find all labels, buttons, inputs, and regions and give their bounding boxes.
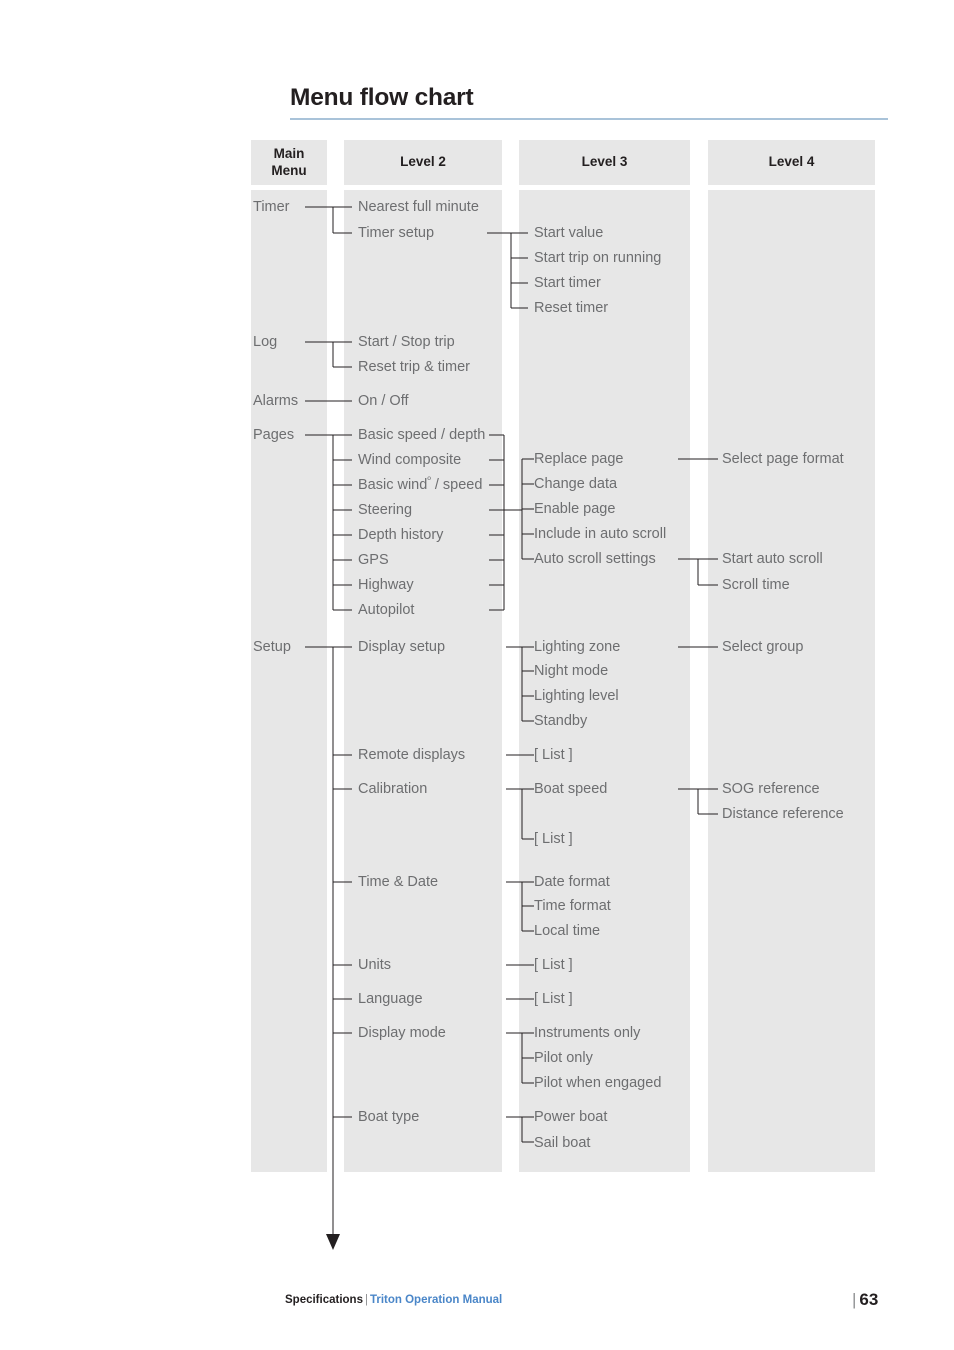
node-l3-instruments-only[interactable]: Instruments only — [534, 1026, 640, 1041]
node-l2-calibration[interactable]: Calibration — [358, 782, 427, 797]
node-l3-standby[interactable]: Standby — [534, 714, 587, 729]
node-l4-distance-reference[interactable]: Distance reference — [722, 807, 844, 822]
node-l2-gps[interactable]: GPS — [358, 553, 389, 568]
node-l2-wind-composite[interactable]: Wind composite — [358, 453, 461, 468]
node-l3-start-value[interactable]: Start value — [534, 226, 603, 241]
node-l2-steering[interactable]: Steering — [358, 503, 412, 518]
node-l3-night-mode[interactable]: Night mode — [534, 664, 608, 679]
node-l2-boat-type[interactable]: Boat type — [358, 1110, 419, 1125]
node-l3-calibration-list[interactable]: [ List ] — [534, 832, 573, 847]
node-l2-units[interactable]: Units — [358, 958, 391, 973]
node-l3-boat-speed[interactable]: Boat speed — [534, 782, 607, 797]
node-main-alarms[interactable]: Alarms — [253, 394, 298, 409]
footer-page-number: 63 — [859, 1290, 879, 1309]
node-l2-basic-wind-speed-tail: / speed — [430, 477, 483, 493]
node-l3-language-list[interactable]: [ List ] — [534, 992, 573, 1007]
node-l2-basic-wind-speed-base: Basic wind — [358, 477, 428, 493]
node-l3-reset-timer[interactable]: Reset timer — [534, 301, 608, 316]
node-main-log[interactable]: Log — [253, 335, 277, 350]
node-l3-lighting-level[interactable]: Lighting level — [534, 689, 619, 704]
page-footer: Specifications | Triton Operation Manual |… — [0, 1290, 954, 1318]
page-title: Menu flow chart — [290, 84, 474, 111]
node-l2-language[interactable]: Language — [358, 992, 423, 1007]
node-l3-enable-page[interactable]: Enable page — [534, 502, 615, 517]
node-l2-on-off[interactable]: On / Off — [358, 394, 409, 409]
node-l2-basic-speed-depth[interactable]: Basic speed / depth — [358, 428, 485, 443]
node-l2-highway[interactable]: Highway — [358, 578, 414, 593]
node-l3-start-timer[interactable]: Start timer — [534, 276, 601, 291]
node-l4-start-auto-scroll[interactable]: Start auto scroll — [722, 552, 823, 567]
node-l3-time-format[interactable]: Time format — [534, 899, 611, 914]
node-l4-select-group[interactable]: Select group — [722, 640, 803, 655]
node-l3-include-in-auto-scroll[interactable]: Include in auto scroll — [534, 527, 666, 542]
column-header-main-menu-line2: Menu — [271, 162, 307, 178]
node-l3-replace-page[interactable]: Replace page — [534, 452, 624, 467]
footer-section-label: Specifications — [285, 1294, 363, 1306]
column-header-main-menu-line1: Main — [273, 145, 305, 161]
title-underline-rule — [290, 118, 888, 120]
node-l2-reset-trip-timer[interactable]: Reset trip & timer — [358, 360, 470, 375]
node-l2-basic-wind-speed[interactable]: Basic windº / speed — [358, 476, 483, 493]
column-header-level-4: Level 4 — [708, 140, 875, 185]
column-band-level-4 — [708, 190, 875, 1172]
node-l3-units-list[interactable]: [ List ] — [534, 958, 573, 973]
column-header-level-3: Level 3 — [519, 140, 690, 185]
footer-page-number-group: | 63 — [852, 1290, 878, 1310]
node-l4-select-page-format[interactable]: Select page format — [722, 452, 844, 467]
node-l2-remote-displays[interactable]: Remote displays — [358, 748, 465, 763]
node-l2-start-stop-trip[interactable]: Start / Stop trip — [358, 335, 455, 350]
node-l3-lighting-zone[interactable]: Lighting zone — [534, 640, 620, 655]
node-l3-pilot-only[interactable]: Pilot only — [534, 1051, 593, 1066]
footer-separator: | — [364, 1294, 368, 1306]
node-main-timer[interactable]: Timer — [253, 200, 290, 215]
node-l4-scroll-time[interactable]: Scroll time — [722, 578, 790, 593]
node-main-pages[interactable]: Pages — [253, 428, 294, 443]
node-l2-timer-setup[interactable]: Timer setup — [358, 226, 434, 241]
node-l3-auto-scroll-settings[interactable]: Auto scroll settings — [534, 552, 656, 567]
node-main-setup[interactable]: Setup — [253, 640, 291, 655]
node-l2-display-setup[interactable]: Display setup — [358, 640, 445, 655]
node-l2-depth-history[interactable]: Depth history — [358, 528, 443, 543]
flow-down-arrowhead — [326, 1234, 340, 1250]
node-l3-start-trip-on-running[interactable]: Start trip on running — [534, 251, 661, 266]
footer-breadcrumb: Specifications | Triton Operation Manual — [285, 1294, 502, 1306]
node-l2-time-date[interactable]: Time & Date — [358, 875, 438, 890]
node-l3-power-boat[interactable]: Power boat — [534, 1110, 607, 1125]
column-header-level-2: Level 2 — [344, 140, 502, 185]
column-header-main-menu: Main Menu — [251, 140, 327, 185]
footer-manual-link[interactable]: Triton Operation Manual — [370, 1294, 502, 1306]
node-l4-sog-reference[interactable]: SOG reference — [722, 782, 820, 797]
node-l2-nearest-full-minute[interactable]: Nearest full minute — [358, 200, 479, 215]
node-l3-sail-boat[interactable]: Sail boat — [534, 1136, 590, 1151]
node-l3-local-time[interactable]: Local time — [534, 924, 600, 939]
node-l2-display-mode[interactable]: Display mode — [358, 1026, 446, 1041]
node-l3-pilot-when-engaged[interactable]: Pilot when engaged — [534, 1076, 661, 1091]
node-l3-remote-displays-list[interactable]: [ List ] — [534, 748, 573, 763]
node-l3-date-format[interactable]: Date format — [534, 875, 610, 890]
node-l2-autopilot[interactable]: Autopilot — [358, 603, 414, 618]
node-l3-change-data[interactable]: Change data — [534, 477, 617, 492]
